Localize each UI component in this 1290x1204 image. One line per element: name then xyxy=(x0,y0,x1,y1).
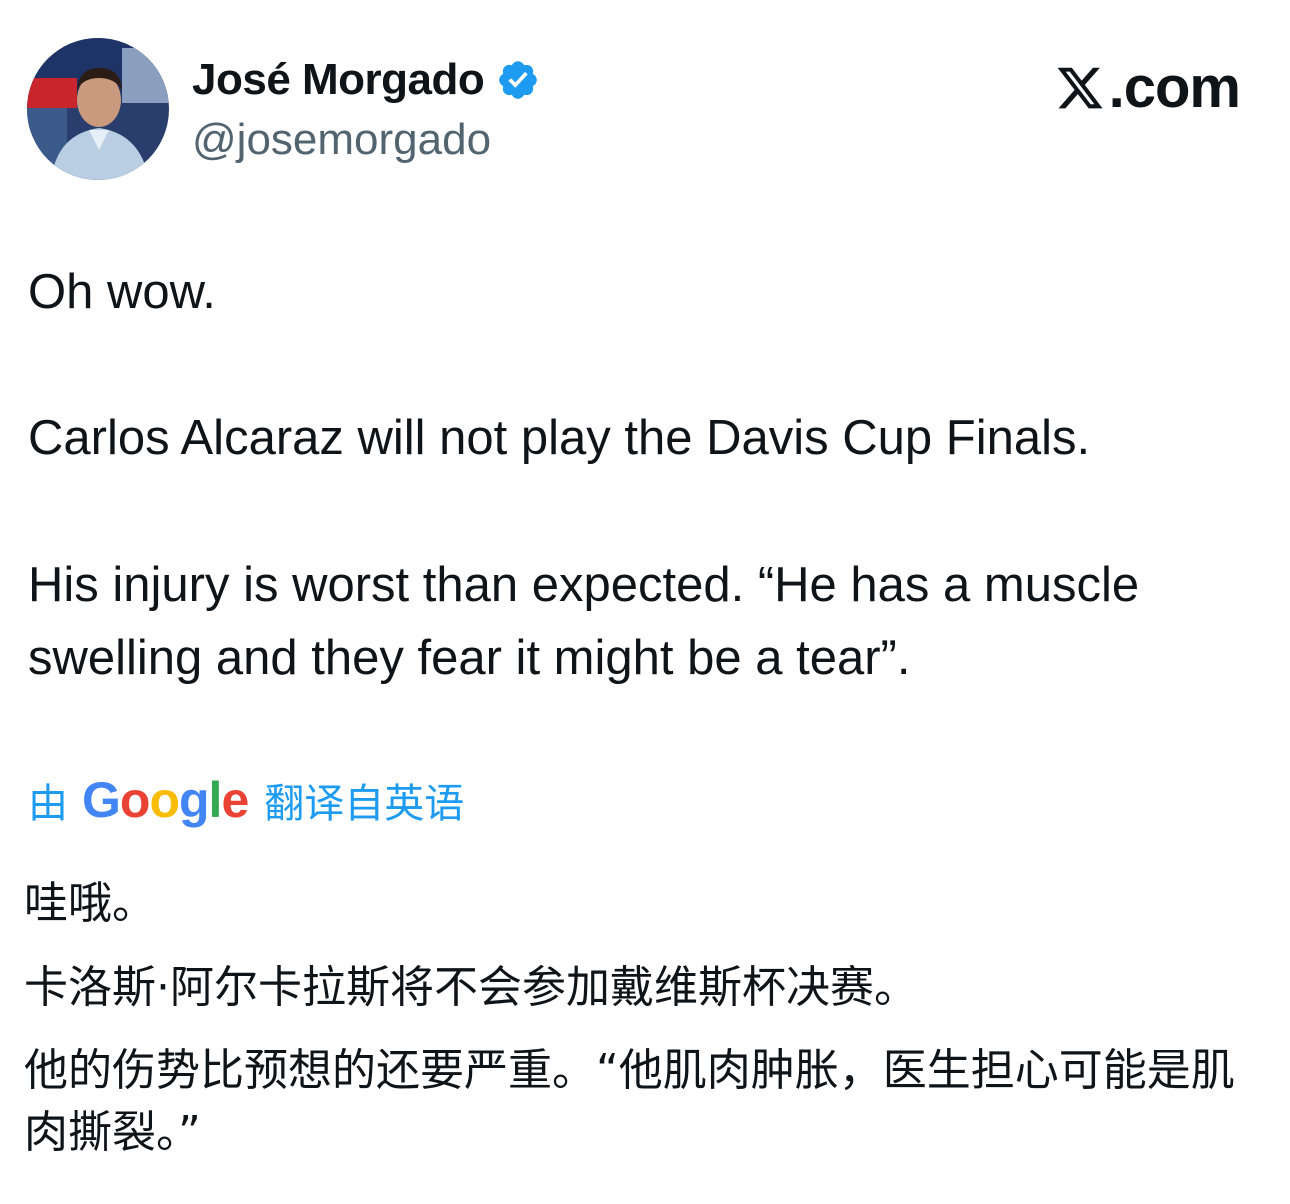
verified-badge-icon xyxy=(499,61,538,99)
brand-logo: .com xyxy=(1055,55,1241,120)
translated-text-line-1: 哇哦。 xyxy=(24,878,156,929)
brand-suffix: .com xyxy=(1108,55,1241,120)
x-logo-icon xyxy=(1057,67,1103,109)
avatar-image xyxy=(27,38,169,180)
tweet-text-line-3: His injury is worst than expected. “He h… xyxy=(28,558,1140,685)
author-handle[interactable]: @josemorgado xyxy=(192,112,491,168)
tweet-text-line-1: Oh wow. xyxy=(28,265,216,319)
avatar[interactable] xyxy=(27,38,169,180)
translation-prefix: 由 xyxy=(28,782,68,826)
translation-suffix: 翻译自英语 xyxy=(264,782,465,826)
google-logo-icon: Google xyxy=(82,772,249,828)
translated-text-line-3: 他的伤势比预想的还要严重。“他肌肉肿胀，医生担心可能是肌肉撕裂。” xyxy=(24,1045,1235,1158)
author-display-name[interactable]: José Morgado xyxy=(192,52,485,108)
tweet-text-line-2: Carlos Alcaraz will not play the Davis C… xyxy=(28,411,1091,465)
translation-attribution[interactable]: 由 Google 翻译自英语 xyxy=(28,768,464,832)
author-name-row[interactable]: José Morgado xyxy=(192,52,540,108)
translated-text-line-2: 卡洛斯·阿尔卡拉斯将不会参加戴维斯杯决赛。 xyxy=(24,962,918,1013)
